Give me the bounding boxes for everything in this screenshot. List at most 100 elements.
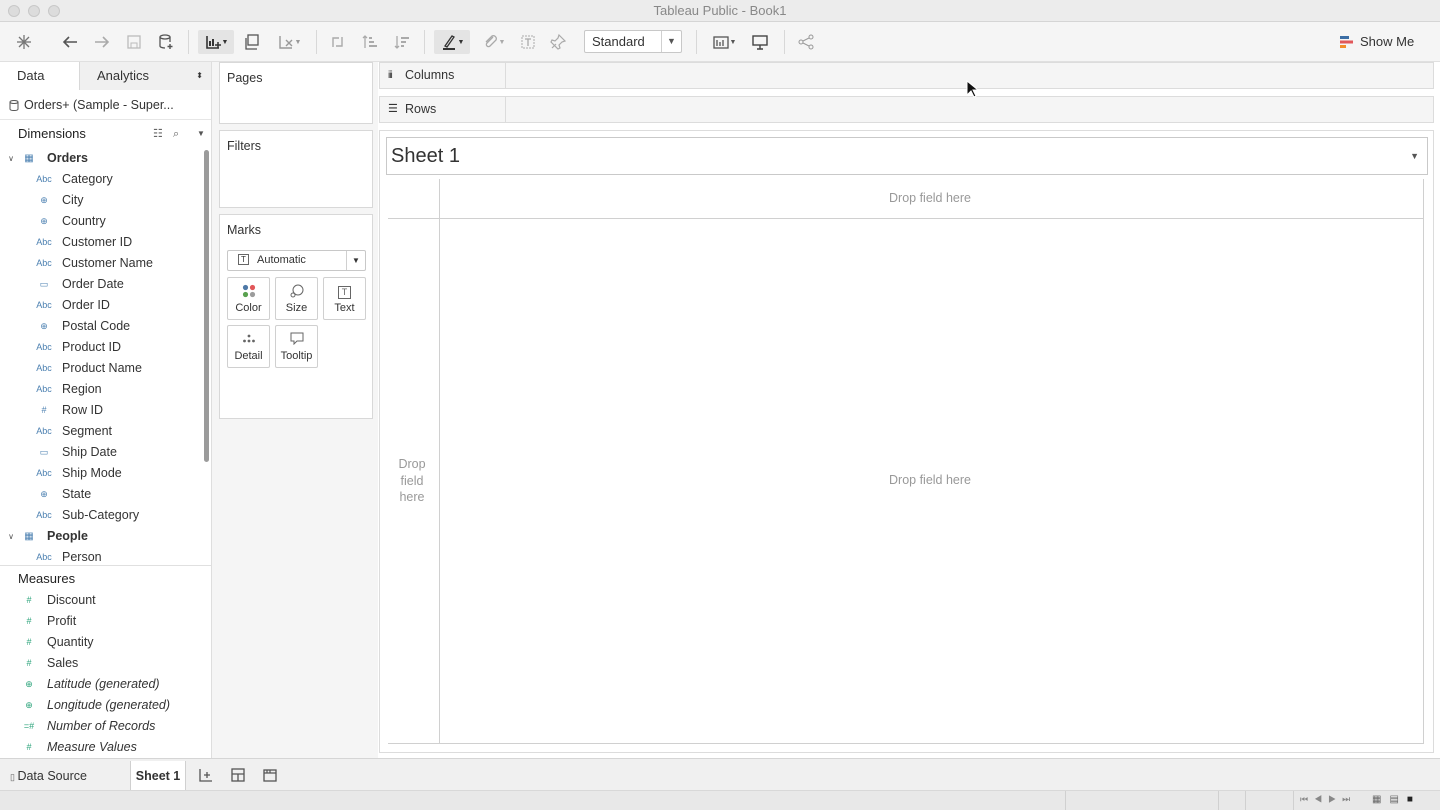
globe-icon: ⊕ (25, 679, 33, 689)
sort-descending-icon[interactable] (390, 30, 414, 54)
dimension-item[interactable]: Abc Product Name (0, 358, 211, 379)
view-as-list-icon[interactable]: ☷ (153, 120, 163, 148)
dimension-item[interactable]: Abc Order ID (0, 295, 211, 316)
dimension-item[interactable]: ⊕ Postal Code (0, 316, 211, 337)
dimension-item[interactable]: Abc Product ID (0, 337, 211, 358)
share-icon[interactable] (794, 30, 818, 54)
show-cards-icon[interactable]: ▼ (706, 30, 742, 54)
dimension-item[interactable]: Abc Category (0, 169, 211, 190)
rows-shelf[interactable]: ☰ Rows (379, 96, 1434, 123)
measure-item[interactable]: # Profit (0, 611, 211, 632)
fix-axes-icon[interactable] (546, 30, 570, 54)
minimize-window-button[interactable] (28, 5, 40, 17)
measure-item[interactable]: # Quantity (0, 632, 211, 653)
measures-header: Measures (0, 565, 211, 593)
mark-type-dropdown[interactable]: T Automatic ▼ (227, 250, 366, 271)
string-type-icon: Abc (36, 300, 52, 310)
new-worksheet-tab-icon[interactable] (194, 763, 218, 787)
data-pane-scrollbar[interactable] (204, 150, 209, 462)
search-icon[interactable]: ⌕ (173, 120, 179, 148)
dimension-item[interactable]: Abc Segment (0, 421, 211, 442)
string-type-icon: Abc (36, 384, 52, 394)
tableau-logo-icon[interactable] (12, 30, 36, 54)
orders-table[interactable]: ∨ ▦ Orders (0, 148, 211, 169)
duplicate-sheet-icon[interactable] (240, 30, 264, 54)
new-data-source-icon[interactable] (154, 30, 178, 54)
show-me-icon (1340, 35, 1353, 48)
sheet-navigation-icons[interactable]: ⏮◀▶⏭ (1300, 794, 1356, 805)
chevron-down-icon: ▼ (661, 31, 681, 52)
dimension-item[interactable]: Abc Customer ID (0, 232, 211, 253)
view-drop-target[interactable]: Drop field here (840, 473, 1020, 487)
tab-data[interactable]: Data (0, 62, 80, 90)
tab-analytics[interactable]: Analytics ⬍ (80, 62, 211, 90)
measure-item[interactable]: ⊕ Longitude (generated) (0, 695, 211, 716)
zoom-window-button[interactable] (48, 5, 60, 17)
presentation-mode-icon[interactable] (748, 30, 772, 54)
measure-item[interactable]: # Discount (0, 590, 211, 611)
view-area: Sheet 1 ▼ Drop field here Drop field here… (379, 130, 1434, 753)
swap-rows-columns-icon[interactable] (326, 30, 350, 54)
sheet-1-tab[interactable]: Sheet 1 (130, 761, 186, 791)
data-source-tab[interactable]: ▯ Data Source (10, 763, 87, 789)
pages-shelf[interactable]: Pages (219, 62, 373, 124)
dimension-item[interactable]: ⊕ Country (0, 211, 211, 232)
show-me-button[interactable]: Show Me (1340, 34, 1414, 49)
measure-item[interactable]: # Measure Values (0, 737, 211, 758)
dimension-item[interactable]: ▭ Order Date (0, 274, 211, 295)
chevron-down-icon[interactable]: ▼ (1410, 138, 1419, 174)
dimension-item[interactable]: Abc Customer Name (0, 253, 211, 274)
show-mark-labels-icon[interactable] (516, 30, 540, 54)
dimension-item[interactable]: # Row ID (0, 400, 211, 421)
rows-drop-target[interactable]: Drop field here (394, 456, 430, 506)
columns-shelf[interactable]: iii Columns (379, 62, 1434, 89)
detail-button[interactable]: Detail (227, 325, 270, 368)
globe-icon: ⊕ (40, 321, 48, 331)
header-divider (388, 218, 1424, 219)
chevron-down-icon[interactable]: ▼ (197, 120, 205, 148)
filters-shelf[interactable]: Filters (219, 130, 373, 208)
string-type-icon: Abc (36, 510, 52, 520)
save-icon[interactable] (122, 30, 146, 54)
cards-pane: Pages Filters Marks T Automatic ▼ Color … (212, 62, 378, 758)
dimension-label: Segment (62, 424, 113, 438)
dimension-label: Ship Mode (62, 466, 122, 480)
clear-sheet-icon[interactable]: ▼ (272, 30, 306, 54)
measure-item[interactable]: # Sales (0, 653, 211, 674)
text-mark-icon: T (238, 254, 249, 265)
dimension-item[interactable]: Abc Region (0, 379, 211, 400)
sheet-title[interactable]: Sheet 1 ▼ (386, 137, 1428, 175)
measure-item[interactable]: ⊕ Latitude (generated) (0, 674, 211, 695)
dimension-item[interactable]: Abc Ship Mode (0, 463, 211, 484)
sort-ascending-icon[interactable] (358, 30, 382, 54)
new-dashboard-icon[interactable] (226, 763, 250, 787)
tooltip-button[interactable]: Tooltip (275, 325, 318, 368)
string-type-icon: Abc (36, 426, 52, 436)
data-source-item[interactable]: Orders+ (Sample - Super... (0, 90, 211, 120)
chevron-down-icon: ▼ (346, 251, 365, 270)
dimension-item[interactable]: ▭ Ship Date (0, 442, 211, 463)
dimension-item[interactable]: ⊕ City (0, 190, 211, 211)
text-button[interactable]: T Text (323, 277, 366, 320)
sheet-view-mode-icons[interactable]: ▦▤■ (1372, 794, 1421, 805)
measure-label: Sales (47, 656, 79, 670)
people-table[interactable]: ∨ ▦ People (0, 526, 211, 547)
measure-item[interactable]: =# Number of Records (0, 716, 211, 737)
group-members-icon[interactable]: ▼ (476, 30, 510, 54)
marks-label: Marks (227, 223, 262, 237)
new-worksheet-icon[interactable]: ▼ (198, 30, 234, 54)
size-button[interactable]: Size (275, 277, 318, 320)
color-icon (228, 278, 269, 302)
undo-icon[interactable] (58, 30, 82, 54)
dimension-item[interactable]: ⊕ State (0, 484, 211, 505)
dimension-item[interactable]: Abc Sub-Category (0, 505, 211, 526)
color-button[interactable]: Color (227, 277, 270, 320)
new-story-icon[interactable] (258, 763, 282, 787)
redo-icon[interactable] (90, 30, 114, 54)
close-window-button[interactable] (8, 5, 20, 17)
columns-drop-target[interactable]: Drop field here (840, 191, 1020, 205)
fit-dropdown[interactable]: Standard ▼ (584, 30, 682, 53)
measure-label: Discount (47, 593, 96, 607)
filters-label: Filters (227, 139, 262, 153)
highlight-icon[interactable]: ▼ (434, 30, 470, 54)
